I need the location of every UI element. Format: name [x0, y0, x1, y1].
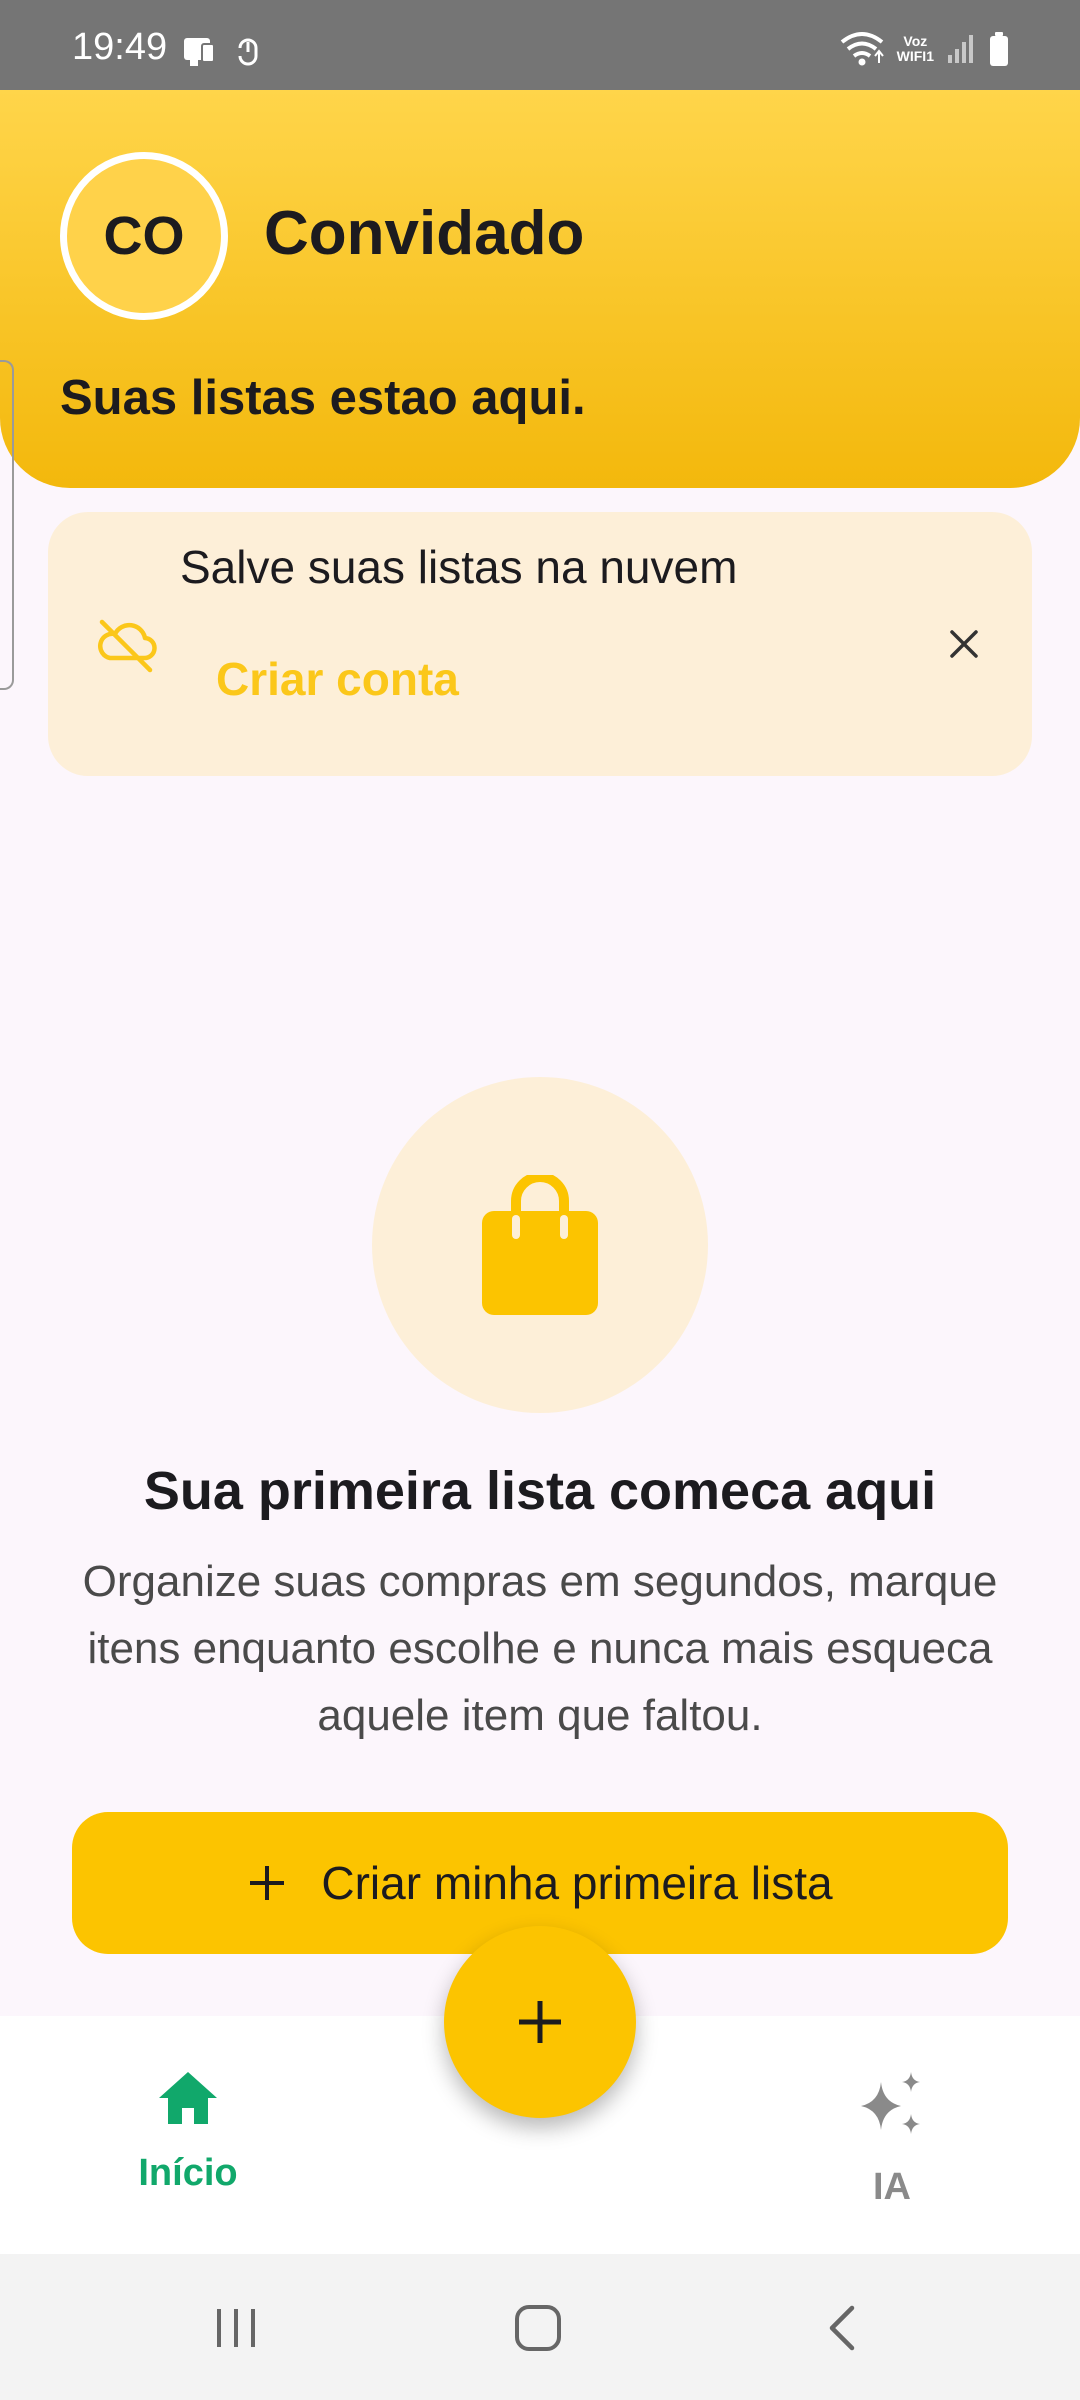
back-icon — [829, 2305, 855, 2351]
wifi-icon — [840, 32, 884, 66]
create-first-list-label: Criar minha primeira lista — [321, 1857, 833, 1909]
add-list-fab[interactable] — [444, 1926, 636, 2118]
back-system-button[interactable] — [812, 2300, 872, 2356]
avatar[interactable]: CO — [60, 152, 228, 320]
nav-item-ia[interactable]: IA — [792, 2070, 992, 2209]
sparkles-icon — [861, 2072, 920, 2134]
empty-state-illustration — [372, 1077, 708, 1413]
header-subtitle: Suas listas estao aqui. — [60, 371, 586, 425]
cloud-off-icon — [98, 619, 157, 673]
empty-state-title: Sua primeira lista comeca aqui — [143, 1461, 937, 1521]
recent-apps-icon — [217, 2309, 255, 2347]
sync-icon — [238, 38, 258, 66]
nav-label-ia: IA — [873, 2166, 911, 2208]
home-button-icon — [515, 2305, 561, 2351]
status-system-icons: Voz WIFI1 — [839, 30, 1010, 68]
signal-icon — [948, 35, 973, 63]
close-icon — [950, 630, 978, 658]
edge-panel-handle[interactable] — [0, 360, 14, 690]
home-system-button[interactable] — [508, 2300, 568, 2356]
banner-title: Salve suas listas na nuvem — [180, 541, 738, 593]
recent-apps-button[interactable] — [206, 2300, 266, 2356]
system-navigation-bar — [0, 2254, 1080, 2400]
cloud-save-banner: Salve suas listas na nuvem Criar conta — [48, 512, 1032, 776]
dismiss-banner-button[interactable] — [936, 616, 992, 672]
card-icon — [184, 38, 215, 66]
home-icon — [159, 2072, 217, 2124]
profile-header: CO Convidado Suas listas estao aqui. — [0, 90, 1080, 488]
empty-state-description: Organize suas compras em segundos, marqu… — [82, 1557, 998, 1740]
plus-icon — [519, 2001, 561, 2043]
nav-label-home: Início — [138, 2152, 238, 2194]
user-name: Convidado — [264, 199, 585, 268]
create-account-link[interactable]: Criar conta — [216, 652, 459, 706]
voz-wifi-label: Voz WIFI1 — [896, 33, 934, 64]
status-bar: 19:49 Voz WIFI1 — [0, 0, 1080, 90]
battery-icon — [990, 32, 1008, 66]
status-notification-icons — [182, 34, 262, 70]
plus-icon — [250, 1866, 285, 1900]
nav-item-home[interactable]: Início — [88, 2070, 288, 2195]
status-time: 19:49 — [72, 26, 168, 68]
shopping-bag-icon — [482, 1175, 598, 1315]
